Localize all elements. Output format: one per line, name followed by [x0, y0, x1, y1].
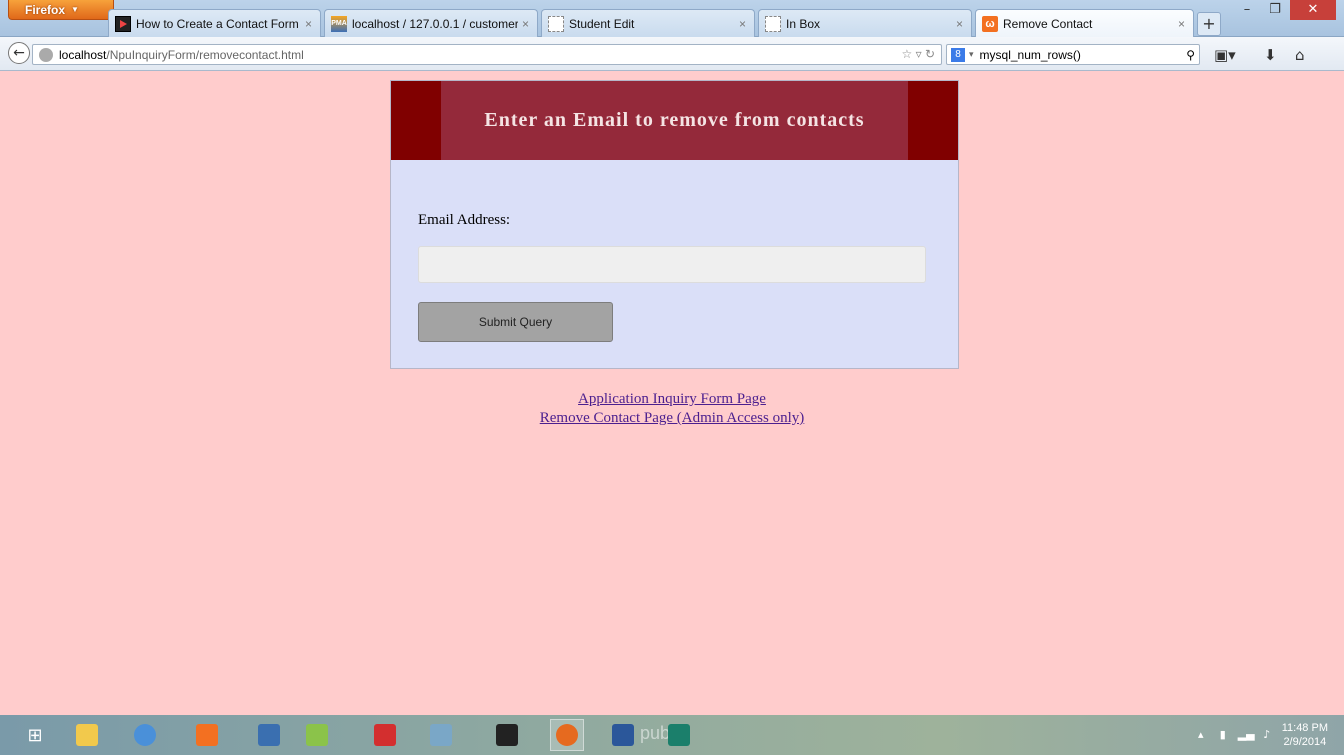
windows-taskbar: ⊞ publi ▴ ▮ ▂▄ ♪ 11:48 PM 2/9/2014 [0, 715, 1344, 755]
url-host: localhost [59, 47, 107, 62]
bookmark-star-icon[interactable]: ☆ [901, 47, 912, 61]
history-dropdown-icon[interactable]: ▿ [916, 47, 922, 61]
tab-remove-contact[interactable]: ω Remove Contact × [975, 9, 1194, 38]
xampp-icon: ω [982, 16, 998, 32]
tab-student-edit[interactable]: Student Edit × [541, 9, 755, 37]
tab-title: localhost / 127.0.0.1 / customer... [352, 16, 518, 31]
xampp-icon[interactable] [190, 719, 224, 751]
publisher-icon[interactable] [662, 719, 696, 751]
home-icon[interactable]: ⌂ [1295, 46, 1305, 64]
search-query[interactable]: mysql_num_rows() [980, 48, 1187, 62]
search-bar[interactable]: 8 ▾ mysql_num_rows() ⚲ [946, 44, 1200, 65]
url-path: /NpuInquiryForm/removecontact.html [106, 47, 304, 62]
bookmarks-menu-icon[interactable]: ▣▾ [1214, 46, 1236, 64]
restore-window-icon[interactable]: ❐ [1262, 0, 1288, 20]
tab-phpmyadmin[interactable]: PMA localhost / 127.0.0.1 / customer... … [324, 9, 538, 37]
tab-title: How to Create a Contact Form ... [136, 16, 301, 31]
phpmyadmin-icon: PMA [331, 15, 347, 32]
submit-query-button[interactable]: Submit Query [418, 302, 613, 342]
form-header: Enter an Email to remove from contacts [391, 81, 958, 160]
application-inquiry-link[interactable]: Application Inquiry Form Page [578, 390, 766, 409]
command-prompt-icon[interactable] [490, 719, 524, 751]
email-field[interactable] [418, 246, 926, 283]
video-tutorial-icon [115, 15, 131, 32]
clock-date: 2/9/2014 [1283, 736, 1327, 748]
tab-title: Remove Contact [1003, 17, 1093, 31]
clock[interactable]: 11:48 PM 2/9/2014 [1282, 721, 1328, 749]
close-tab-icon[interactable]: × [739, 17, 746, 31]
page-links: Application Inquiry Form Page Remove Con… [0, 390, 1344, 428]
acrobat-icon[interactable] [368, 719, 402, 751]
virtualbox-icon[interactable] [252, 719, 286, 751]
tab-title: Student Edit [569, 16, 635, 31]
back-arrow-icon[interactable]: ← [8, 42, 30, 64]
form-title: Enter an Email to remove from contacts [441, 81, 908, 160]
clock-time: 11:48 PM [1281, 722, 1328, 734]
close-tab-icon[interactable]: × [305, 17, 312, 31]
downloads-icon[interactable]: ⬇ [1264, 46, 1277, 64]
reload-icon[interactable]: ↻ [925, 47, 935, 61]
tab-title: In Box [786, 16, 821, 31]
close-tab-icon[interactable]: × [1178, 17, 1185, 31]
minimize-window-icon[interactable]: – [1234, 0, 1260, 20]
remove-contact-link[interactable]: Remove Contact Page (Admin Access only) [540, 409, 805, 428]
word-icon[interactable] [606, 719, 640, 751]
dropdown-arrow-icon: ▼ [71, 5, 79, 14]
file-explorer-icon[interactable] [70, 719, 104, 751]
firefox-menu-label: Firefox [25, 2, 66, 17]
chrome-icon[interactable] [128, 719, 162, 751]
blank-page-icon [548, 15, 564, 32]
blank-page-icon [765, 15, 781, 32]
engine-dropdown-icon[interactable]: ▾ [969, 49, 974, 60]
access-icon[interactable] [424, 719, 458, 751]
search-engine-icon[interactable]: 8 [951, 47, 965, 62]
android-studio-icon[interactable] [300, 719, 334, 751]
firefox-icon[interactable] [550, 719, 584, 751]
close-tab-icon[interactable]: × [956, 17, 963, 31]
tab-strip: Firefox ▼ How to Create a Contact Form .… [0, 0, 1344, 38]
url-actions: ☆ ▿ ↻ [901, 47, 935, 61]
address-bar[interactable]: localhost/NpuInquiryForm/removecontact.h… [32, 44, 942, 65]
firefox-menu-button[interactable]: Firefox ▼ [8, 0, 114, 20]
remove-contact-form: Enter an Email to remove from contacts E… [390, 80, 959, 369]
site-identity-icon[interactable] [39, 47, 53, 62]
tab-in-box[interactable]: In Box × [758, 9, 972, 37]
signal-icon[interactable]: ▂▄ [1238, 728, 1255, 742]
volume-icon[interactable]: ♪ [1260, 728, 1274, 742]
network-icon[interactable]: ▮ [1216, 728, 1230, 742]
tab-video-tutorial[interactable]: How to Create a Contact Form ... × [108, 9, 321, 37]
email-label: Email Address: [418, 212, 511, 228]
search-icon[interactable]: ⚲ [1186, 48, 1195, 62]
close-tab-icon[interactable]: × [522, 17, 529, 31]
new-tab-button[interactable]: + [1197, 12, 1221, 36]
close-window-icon[interactable]: ✕ [1290, 0, 1336, 20]
navigation-toolbar: ← localhost/NpuInquiryForm/removecontact… [0, 37, 1344, 71]
system-tray: ▴ ▮ ▂▄ ♪ 11:48 PM 2/9/2014 [1194, 715, 1344, 755]
show-hidden-icons-icon[interactable]: ▴ [1194, 728, 1208, 742]
windows-start-icon[interactable]: ⊞ [18, 719, 52, 751]
